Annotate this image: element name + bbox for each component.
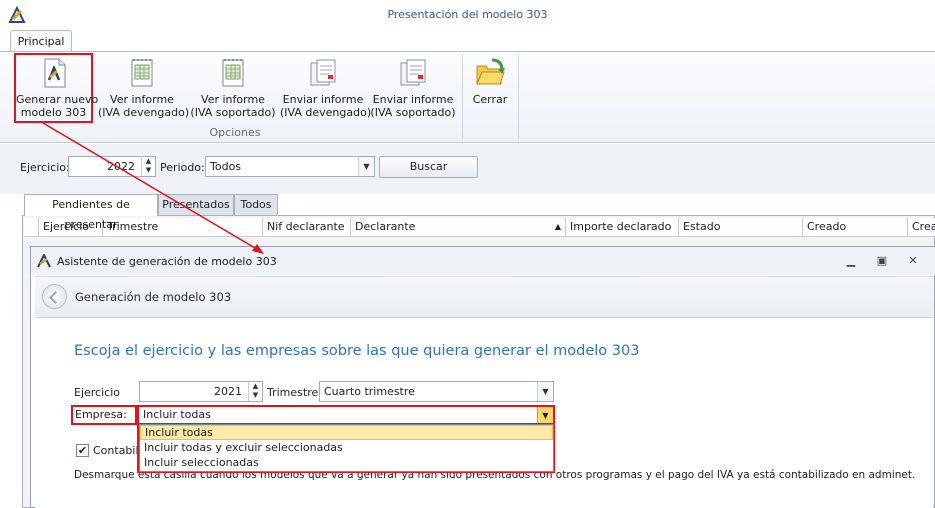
empresa-option[interactable]: Incluir seleccionadas xyxy=(140,456,553,471)
send-dev-label-line2: (IVA devengado) xyxy=(280,106,372,119)
column-creado-2[interactable]: Crea xyxy=(908,218,935,237)
view-report-iva-soportado-button[interactable]: Ver informe (IVA soportado) xyxy=(190,55,276,125)
send-dev-label-line1: Enviar informe xyxy=(282,93,364,106)
empresa-select[interactable]: Incluir todas ▼ xyxy=(139,407,553,424)
periodo-select[interactable]: Todos ▼ xyxy=(205,156,375,177)
empresa-value: Incluir todas xyxy=(143,408,211,421)
ribbon-separator-2 xyxy=(518,55,519,139)
generate-label-line2: modelo 303 xyxy=(20,106,87,119)
report-icon xyxy=(131,59,153,87)
send-report-icon xyxy=(400,59,426,86)
app-icon xyxy=(37,254,51,268)
trimestre-value: Cuarto trimestre xyxy=(324,385,415,398)
empresa-option[interactable]: Incluir todas xyxy=(140,425,553,440)
dropdown-arrow-icon[interactable]: ▼ xyxy=(358,157,374,176)
dialog-title: Asistente de generación de modelo 303 xyxy=(57,255,277,268)
checkmark-icon: ✔ xyxy=(77,444,88,457)
report-icon xyxy=(222,59,244,87)
generate-model-303-button[interactable]: Generar nuevo modelo 303 xyxy=(14,53,99,123)
trimestre-select[interactable]: Cuarto trimestre ▼ xyxy=(319,381,554,402)
generate-label-line1: Generar nuevo xyxy=(16,93,99,106)
ribbon-group-label: Opciones xyxy=(209,126,261,139)
empresa-option[interactable]: Incluir todas y excluir seleccionadas xyxy=(140,441,553,456)
ribbon-separator xyxy=(462,55,463,139)
send-sop-label-line2: (IVA soportado) xyxy=(370,106,456,119)
search-button[interactable]: Buscar xyxy=(379,156,478,178)
sort-asc-icon: ▲ xyxy=(554,222,561,231)
tab-todos[interactable]: Todos xyxy=(234,194,278,215)
tax-model-icon xyxy=(44,58,65,88)
wizard-instruction: Escoja el ejercicio y las empresas sobre… xyxy=(74,343,640,359)
column-declarante[interactable]: Declarante ▲ xyxy=(351,218,566,237)
dialog-ejercicio-spinner[interactable]: 2021 ▲ ▼ xyxy=(139,381,263,402)
view-dev-label-line1: Ver informe xyxy=(110,93,174,106)
view-sop-label-line1: Ver informe xyxy=(201,93,265,106)
back-arrow-icon[interactable] xyxy=(42,284,67,309)
tab-presentados[interactable]: Presentados xyxy=(158,194,234,215)
spin-arrows-icon[interactable]: ▲ ▼ xyxy=(248,382,262,401)
ejercicio-label: Ejercicio: xyxy=(20,161,70,174)
column-creado[interactable]: Creado xyxy=(803,218,908,237)
close-icon[interactable]: ✕ xyxy=(906,255,920,267)
send-report-icon xyxy=(310,59,336,86)
view-sop-label-line2: (IVA soportado) xyxy=(190,106,276,119)
close-button[interactable]: Cerrar xyxy=(467,55,513,125)
grid-indicator-column xyxy=(24,218,39,237)
send-report-iva-devengado-button[interactable]: Enviar informe (IVA devengado) xyxy=(280,55,372,125)
ribbon-tab-principal[interactable]: Principal xyxy=(10,30,72,52)
view-report-iva-devengado-button[interactable]: Ver informe (IVA devengado) xyxy=(98,55,190,125)
trimestre-label: Trimestre: xyxy=(267,386,322,399)
tab-pendientes[interactable]: Pendientes de presentar xyxy=(24,194,158,231)
view-dev-label-line2: (IVA devengado) xyxy=(98,106,190,119)
dialog-ejercicio-label: Ejercicio xyxy=(74,386,120,399)
column-importe[interactable]: Importe declarado xyxy=(566,218,679,237)
column-declarante-label: Declarante xyxy=(355,220,416,233)
column-estado[interactable]: Estado xyxy=(679,218,803,237)
send-sop-label-line1: Enviar informe xyxy=(372,93,454,106)
column-nif-declarante[interactable]: Nif declarante xyxy=(263,218,351,237)
close-label: Cerrar xyxy=(472,93,508,106)
spin-arrows-icon[interactable]: ▲ ▼ xyxy=(141,157,155,176)
empresa-label: Empresa: xyxy=(75,408,127,421)
column-trimestre[interactable]: Trimestre xyxy=(103,218,263,237)
dropdown-arrow-icon[interactable]: ▼ xyxy=(537,382,553,401)
periodo-label: Periodo: xyxy=(160,161,205,174)
minimize-icon[interactable]: ▁ xyxy=(844,255,858,267)
restore-icon[interactable]: ▣ xyxy=(875,255,889,267)
wizard-header-title: Generación de modelo 303 xyxy=(75,290,232,304)
folder-exit-icon xyxy=(476,58,505,85)
periodo-value: Todos xyxy=(210,160,242,173)
ejercicio-spinner[interactable]: 2022 ▲ ▼ xyxy=(68,156,156,177)
send-report-iva-soportado-button[interactable]: Enviar informe (IVA soportado) xyxy=(370,55,456,125)
dropdown-arrow-icon[interactable]: ▼ xyxy=(537,407,553,424)
contabilizar-checkbox[interactable]: ✔ xyxy=(76,444,89,457)
ejercicio-value: 2022 xyxy=(107,160,135,173)
window-title: Presentación del modelo 303 xyxy=(387,8,548,21)
dialog-ejercicio-value: 2021 xyxy=(214,385,242,398)
